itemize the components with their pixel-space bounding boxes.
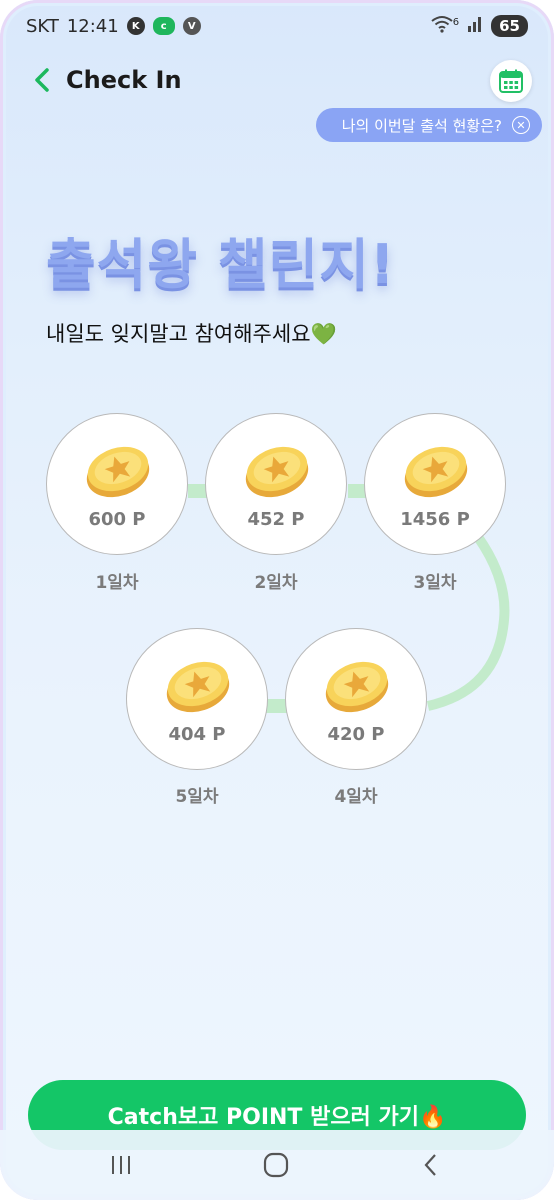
recent-apps-icon[interactable] xyxy=(107,1152,135,1178)
day-label: 1일차 xyxy=(95,573,139,593)
day-label: 5일차 xyxy=(175,787,219,807)
wifi-icon xyxy=(431,15,453,38)
progress-path xyxy=(188,484,510,713)
status-bar: SKT 12:41 K c V 6 65 xyxy=(26,12,528,40)
page-title: Check In xyxy=(66,66,182,94)
day-points: 600 P xyxy=(88,509,146,530)
back-chevron-icon[interactable] xyxy=(28,66,56,94)
hero-subtitle: 내일도 잊지말고 참여해주세요💚 xyxy=(46,322,337,346)
wifi-generation: 6 xyxy=(452,16,460,28)
coin-icon xyxy=(325,661,389,713)
signal-icon xyxy=(467,16,483,37)
tooltip-text: 나의 이번달 출석 현황은? xyxy=(341,116,502,135)
back-icon[interactable] xyxy=(417,1152,445,1178)
hero-title: 출석왕 챌린지! xyxy=(46,233,396,296)
header: Check In xyxy=(28,60,532,102)
coin-icon xyxy=(245,446,309,498)
coin-icon xyxy=(86,446,150,498)
home-icon[interactable] xyxy=(262,1152,290,1178)
day-points: 420 P xyxy=(327,724,385,745)
day-3-node[interactable]: 1456 P xyxy=(364,413,506,555)
carrier: SKT xyxy=(26,15,59,37)
day-1-node[interactable]: 600 P xyxy=(46,413,188,555)
cashpay-notification-icon: c xyxy=(152,17,175,35)
battery-level: 65 xyxy=(491,15,528,37)
day-points: 452 P xyxy=(247,509,305,530)
calendar-icon[interactable] xyxy=(490,60,532,102)
day-label: 4일차 xyxy=(334,787,378,807)
day-label: 2일차 xyxy=(254,573,298,593)
coin-icon xyxy=(404,446,468,498)
clock: 12:41 xyxy=(66,15,119,37)
day-4-node[interactable]: 420 P xyxy=(285,628,427,770)
day-points: 1456 P xyxy=(400,509,470,530)
close-circle-icon[interactable]: ✕ xyxy=(512,116,530,134)
attendance-tooltip[interactable]: 나의 이번달 출석 현황은? ✕ xyxy=(315,108,542,142)
day-points: 404 P xyxy=(168,724,226,745)
day-5-node[interactable]: 404 P xyxy=(126,628,268,770)
day-label: 3일차 xyxy=(413,573,457,593)
day-2-node[interactable]: 452 P xyxy=(205,413,347,555)
v-notification-icon: V xyxy=(182,17,201,35)
screen: SKT 12:41 K c V 6 65 Check In 나의 이번달 출석 … xyxy=(0,0,554,1200)
app-notification-icon: K xyxy=(126,17,145,35)
coin-icon xyxy=(166,661,230,713)
